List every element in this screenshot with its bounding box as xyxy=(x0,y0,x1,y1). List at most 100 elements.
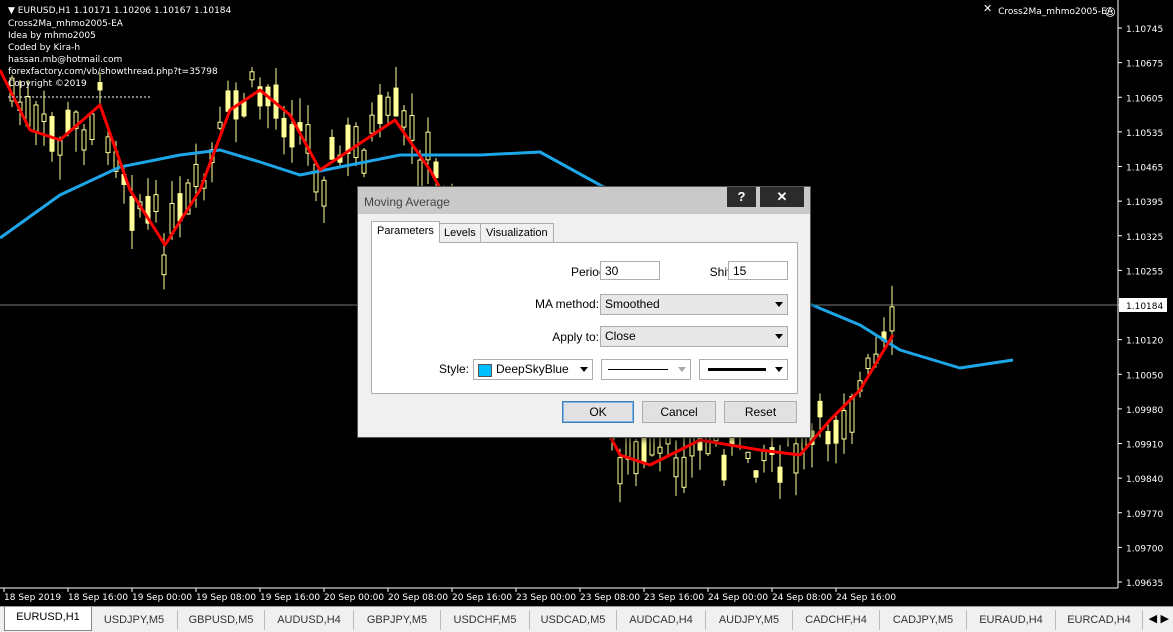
candle-body xyxy=(401,110,407,128)
candle-body xyxy=(41,113,47,123)
chevron-down-icon xyxy=(678,367,686,372)
reset-button[interactable]: Reset xyxy=(724,401,797,423)
candle-body xyxy=(793,443,799,474)
ma-method-label: MA method: xyxy=(534,297,599,311)
chart-close-icon[interactable]: ✕ xyxy=(983,2,992,15)
price-label: 1.10050 xyxy=(1126,371,1163,381)
chart-tab[interactable]: EURUSD,H1 xyxy=(4,607,92,631)
candle-body xyxy=(249,71,255,81)
time-label: 19 Sep 08:00 xyxy=(196,593,256,603)
tab-visualization[interactable]: Visualization xyxy=(480,223,554,243)
shift-input[interactable]: 15 xyxy=(728,261,788,280)
candle-body xyxy=(225,90,231,112)
line-width-select[interactable] xyxy=(699,359,788,380)
ma-method-value: Smoothed xyxy=(605,297,660,311)
ok-button[interactable]: OK xyxy=(562,401,634,423)
tab-parameters[interactable]: Parameters xyxy=(371,221,440,243)
candle-body xyxy=(313,163,319,193)
price-label: 1.10465 xyxy=(1126,164,1163,174)
candle-body xyxy=(673,457,679,478)
candle-body xyxy=(329,136,335,160)
ea-info-line: Coded by Kira-h xyxy=(8,43,81,53)
chart-tab[interactable]: CADCHF,H4 xyxy=(793,610,880,630)
chevron-down-icon xyxy=(775,367,783,372)
current-price-label: 1.10184 xyxy=(1126,302,1163,312)
candle-body xyxy=(169,202,175,234)
smiley-icon[interactable]: ☺ xyxy=(1105,6,1116,19)
chart-tab[interactable]: EURAUD,H4 xyxy=(967,610,1056,630)
chart-tab[interactable]: USDCAD,M5 xyxy=(530,610,617,630)
candle-body xyxy=(681,456,687,488)
candle-body xyxy=(649,434,655,456)
close-button[interactable]: ✕ xyxy=(760,187,804,207)
chart-tab[interactable]: USDCHF,M5 xyxy=(441,610,530,630)
candle-body xyxy=(817,400,823,418)
price-label: 1.09980 xyxy=(1126,406,1163,416)
candle-body xyxy=(65,109,71,134)
price-label: 1.09635 xyxy=(1126,579,1163,589)
dialog-titlebar[interactable]: Moving Average ? ✕ xyxy=(358,187,810,214)
candle-body xyxy=(377,94,383,124)
chevron-down-icon xyxy=(775,302,783,307)
price-label: 1.09700 xyxy=(1126,544,1163,554)
line-style-select[interactable] xyxy=(601,359,691,380)
candle-body xyxy=(633,441,639,475)
chart-tab[interactable]: GBPUSD,M5 xyxy=(178,610,265,630)
period-input[interactable]: 30 xyxy=(600,261,660,280)
symbol-label: EURUSD,H1 xyxy=(17,6,71,16)
chart-tab[interactable]: CADJPY,M5 xyxy=(880,610,967,630)
style-label: Style: xyxy=(438,362,469,376)
candle-body xyxy=(865,357,871,370)
price-label: 1.10605 xyxy=(1126,94,1163,104)
price-label: 1.09770 xyxy=(1126,510,1163,520)
candle-body xyxy=(217,121,223,129)
time-label: 20 Sep 08:00 xyxy=(388,593,448,603)
price-label: 1.10675 xyxy=(1126,60,1163,70)
chart-tab[interactable]: AUDCAD,H4 xyxy=(617,610,706,630)
candle-body xyxy=(281,117,287,138)
candle-body xyxy=(825,431,831,445)
scroll-arrows[interactable]: ◀ ▶ xyxy=(1149,612,1169,625)
candle-body xyxy=(89,113,95,140)
candle-body xyxy=(321,179,327,207)
price-label: 1.09840 xyxy=(1126,475,1163,485)
cancel-button[interactable]: Cancel xyxy=(642,401,716,423)
price-label: 1.10255 xyxy=(1126,267,1163,277)
apply-to-label: Apply to: xyxy=(552,330,599,344)
candle-body xyxy=(849,396,855,433)
chart-tab[interactable]: USDJPY,M5 xyxy=(91,610,178,630)
chart-menu-icon[interactable]: ▼ xyxy=(8,6,15,16)
time-label: 19 Sep 00:00 xyxy=(132,593,192,603)
style-color-select[interactable]: DeepSkyBlue xyxy=(473,359,593,380)
price-label: 1.10325 xyxy=(1126,233,1163,243)
ea-info-line: hassan.mb@hotmail.com xyxy=(8,55,123,65)
chart-tab[interactable]: GBPJPY,M5 xyxy=(354,610,441,630)
time-label: 24 Sep 00:00 xyxy=(708,593,768,603)
ohlc-values: 1.10171 1.10206 1.10167 1.10184 xyxy=(73,6,232,16)
candle-body xyxy=(777,466,783,483)
help-button[interactable]: ? xyxy=(727,187,756,207)
tab-levels[interactable]: Levels xyxy=(438,223,482,243)
candle-body xyxy=(721,454,727,481)
candle-body xyxy=(353,126,359,159)
candle-body xyxy=(833,419,839,444)
apply-to-select[interactable]: Close xyxy=(600,326,788,347)
time-label: 20 Sep 16:00 xyxy=(452,593,512,603)
time-label: 18 Sep 16:00 xyxy=(68,593,128,603)
ma-method-select[interactable]: Smoothed xyxy=(600,294,788,315)
color-swatch xyxy=(478,364,492,377)
candle-body xyxy=(409,115,415,141)
moving-average-dialog: Moving Average ? ✕ Parameters Levels Vis… xyxy=(357,186,811,438)
chart-tab[interactable]: EURCAD,H4 xyxy=(1056,610,1143,630)
ea-info-line: Cross2Ma_mhmo2005-EA xyxy=(8,19,123,29)
candle-body xyxy=(641,433,647,464)
style-color-name: DeepSkyBlue xyxy=(496,362,569,376)
candle-body xyxy=(369,114,375,134)
candle-body xyxy=(49,116,55,152)
price-label: 1.10120 xyxy=(1126,337,1163,347)
chart-tab[interactable]: AUDUSD,H4 xyxy=(265,610,354,630)
chart-tab-strip: EURUSD,H1 USDJPY,M5 GBPUSD,M5 AUDUSD,H4 GBPJ… xyxy=(0,606,1173,632)
candle-body xyxy=(57,140,63,156)
chart-tab[interactable]: AUDJPY,M5 xyxy=(706,610,793,630)
candle-body xyxy=(33,104,39,132)
